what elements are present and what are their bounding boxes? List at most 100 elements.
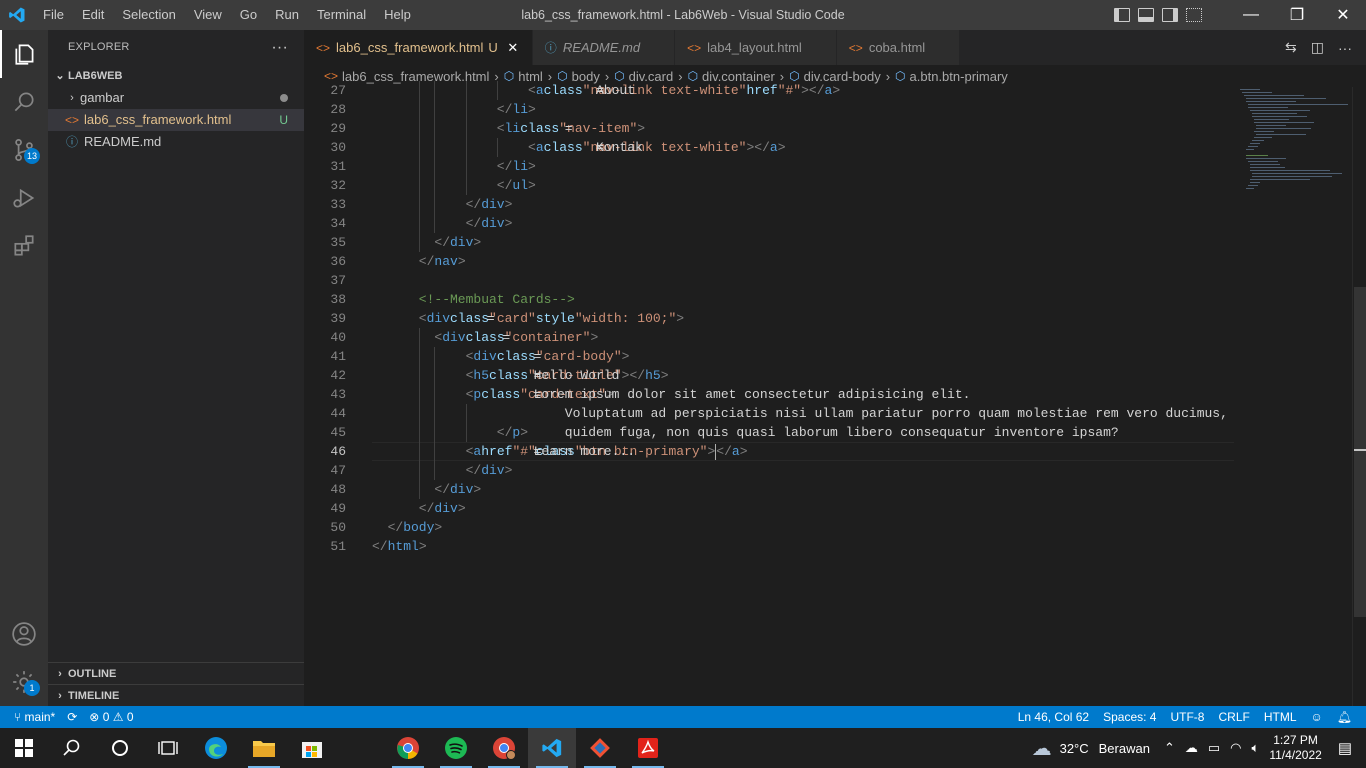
branch-indicator[interactable]: ⑂ main* <box>14 710 55 724</box>
menu-selection[interactable]: Selection <box>113 0 184 30</box>
code-line[interactable]: 33 </div> <box>304 195 1234 214</box>
acrobat-icon[interactable] <box>624 728 672 768</box>
code-line[interactable]: 51 </html> <box>304 537 1234 556</box>
task-view-icon[interactable] <box>144 728 192 768</box>
indentation[interactable]: Spaces: 4 <box>1103 710 1156 724</box>
spotify-icon[interactable] <box>432 728 480 768</box>
tab-readme[interactable]: ⓘ README.md <box>532 30 676 65</box>
code-line[interactable]: 32 </ul> <box>304 176 1234 195</box>
code-line[interactable]: 38 <!--Membuat Cards--> <box>304 290 1234 309</box>
code-line[interactable]: 50 </body> <box>304 518 1234 537</box>
code-line[interactable]: 47 </div> <box>304 461 1234 480</box>
toggle-secondary-sidebar-icon[interactable] <box>1162 8 1178 22</box>
code-token: class <box>481 387 521 402</box>
code-line[interactable]: 28 </li> <box>304 100 1234 119</box>
tab-lab4-layout[interactable]: <> lab4_layout.html <box>675 30 837 65</box>
split-editor-icon[interactable]: ◫ <box>1311 39 1324 56</box>
tree-item-lab6-css-framework[interactable]: <> lab6_css_framework.html U <box>48 109 304 131</box>
manage-gear-icon[interactable]: 1 <box>0 658 48 706</box>
start-icon[interactable] <box>0 728 48 768</box>
git-icon[interactable] <box>576 728 624 768</box>
notification-center-icon[interactable]: ▤ <box>1338 739 1352 757</box>
chrome-profile-icon[interactable] <box>480 728 528 768</box>
cursor-position[interactable]: Ln 46, Col 62 <box>1018 710 1089 724</box>
code-line[interactable]: 42 <h5 class = "card-title"> Hello World </h5… <box>304 366 1234 385</box>
code-line[interactable]: 39 <div class = "card" style = "width: 100;"> <box>304 309 1234 328</box>
show-hidden-icons-icon[interactable]: ⌃ <box>1164 740 1175 756</box>
edge-icon[interactable] <box>192 728 240 768</box>
menu-run[interactable]: Run <box>266 0 308 30</box>
wifi-icon[interactable]: ◠ <box>1230 740 1241 756</box>
language-mode[interactable]: HTML <box>1264 710 1297 724</box>
timeline-section[interactable]: › TIMELINE <box>48 684 304 706</box>
notifications-bell-icon[interactable]: 🔔︎ <box>1337 710 1352 724</box>
code-line[interactable]: 31 </li> <box>304 157 1234 176</box>
code-line[interactable]: 44 Voluptatum ad perspiciatis nisi ullam … <box>304 404 1234 423</box>
menu-file[interactable]: File <box>34 0 73 30</box>
weather-desc[interactable]: Berawan <box>1099 741 1150 756</box>
run-debug-icon[interactable] <box>0 174 48 222</box>
menu-view[interactable]: View <box>185 0 231 30</box>
problems-indicator[interactable]: ⊗ 0 ⚠ 0 <box>89 710 133 724</box>
code-line[interactable]: 37 <box>304 271 1234 290</box>
outline-section[interactable]: › OUTLINE <box>48 662 304 684</box>
code-line[interactable]: 40 <div class = "container"> <box>304 328 1234 347</box>
close-window-button[interactable]: ✕ <box>1320 0 1366 30</box>
code-line[interactable]: 48 </div> <box>304 480 1234 499</box>
tab-lab6-css-framework[interactable]: <> lab6_css_framework.html U ✕ <box>304 30 533 65</box>
onedrive-icon[interactable]: ☁ <box>1185 740 1198 756</box>
more-actions-icon[interactable]: ··· <box>271 30 288 65</box>
toggle-sidebar-icon[interactable] <box>1114 8 1130 22</box>
explorer-icon[interactable] <box>0 30 48 78</box>
clock[interactable]: 1:27 PM 11/4/2022 <box>1269 733 1322 763</box>
customize-layout-icon[interactable] <box>1186 8 1202 22</box>
cortana-icon[interactable] <box>96 728 144 768</box>
end-of-line[interactable]: CRLF <box>1218 710 1249 724</box>
code-line[interactable]: 27 <a class = "nav-link text-white" href = "#… <box>304 81 1234 100</box>
vertical-scrollbar[interactable] <box>1352 87 1366 706</box>
tab-coba[interactable]: <> coba.html <box>836 30 961 65</box>
more-actions-icon[interactable]: ··· <box>1338 40 1352 56</box>
source-control-icon[interactable]: 13 <box>0 126 48 174</box>
minimap[interactable] <box>1234 87 1352 706</box>
code-line[interactable]: 46 <a href = "#" class = "btn btn-primary"> Le… <box>304 442 1234 461</box>
workspace-section[interactable]: ⌄ LAB6WEB <box>48 65 304 87</box>
code-line[interactable]: 34 </div> <box>304 214 1234 233</box>
code-line[interactable]: 43 <p class = "card-text"> Lorem ipsum dolor… <box>304 385 1234 404</box>
menu-go[interactable]: Go <box>231 0 266 30</box>
code-line[interactable]: 49 </div> <box>304 499 1234 518</box>
code-line[interactable]: 41 <div class = "card-body"> <box>304 347 1234 366</box>
vscode-taskbar-icon[interactable] <box>528 728 576 768</box>
scrollbar-thumb[interactable] <box>1354 287 1366 617</box>
menu-help[interactable]: Help <box>375 0 420 30</box>
weather-temp[interactable]: 32°C <box>1060 741 1089 756</box>
code-line[interactable]: 35 </div> <box>304 233 1234 252</box>
code-line[interactable]: 29 <li class = "nav-item"> <box>304 119 1234 138</box>
file-explorer-icon[interactable] <box>240 728 288 768</box>
store-icon[interactable] <box>288 728 336 768</box>
toggle-panel-icon[interactable] <box>1138 8 1154 22</box>
menu-edit[interactable]: Edit <box>73 0 113 30</box>
cloud-weather-icon[interactable]: ☁ <box>1032 736 1052 761</box>
open-changes-icon[interactable]: ⇆ <box>1285 39 1297 56</box>
chrome-icon[interactable] <box>384 728 432 768</box>
extensions-icon[interactable] <box>0 222 48 270</box>
search-icon[interactable] <box>0 78 48 126</box>
feedback-icon[interactable]: ☺ <box>1311 710 1323 724</box>
code-line[interactable]: 36 </nav> <box>304 252 1234 271</box>
tree-item-gambar[interactable]: › gambar <box>48 87 304 109</box>
search-icon[interactable] <box>48 728 96 768</box>
minimize-button[interactable]: — <box>1228 0 1274 30</box>
code-line[interactable]: 45 quidem fuga, non quis quasi laborum li… <box>304 423 1234 442</box>
menu-terminal[interactable]: Terminal <box>308 0 375 30</box>
code-editor[interactable]: 27 <a class = "nav-link text-white" href = "#… <box>304 81 1234 703</box>
close-tab-icon[interactable]: ✕ <box>504 40 522 56</box>
restore-button[interactable]: ❐ <box>1274 0 1320 30</box>
code-line[interactable]: 30 <a class = "nav-link text-white"> Kontak <… <box>304 138 1234 157</box>
account-icon[interactable] <box>0 610 48 658</box>
encoding[interactable]: UTF-8 <box>1170 710 1204 724</box>
volume-icon[interactable]: 🔈︎ <box>1252 740 1260 756</box>
tree-item-readme[interactable]: ⓘ README.md <box>48 131 304 153</box>
battery-icon[interactable]: ▭ <box>1208 740 1220 756</box>
sync-icon[interactable]: ⟳ <box>67 710 77 724</box>
